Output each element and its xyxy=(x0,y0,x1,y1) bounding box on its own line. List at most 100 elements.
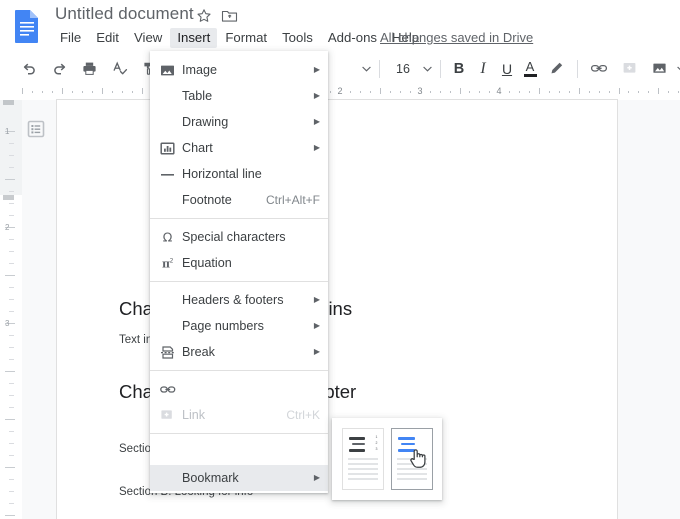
no-icon xyxy=(160,291,182,309)
image-icon xyxy=(160,61,182,79)
spellcheck-icon[interactable] xyxy=(106,56,132,82)
toc-option-with-blue-links[interactable] xyxy=(390,428,433,490)
document-title[interactable]: Untitled document xyxy=(55,4,194,24)
ruler-tick xyxy=(390,91,391,93)
menu-item-table[interactable]: Table ▶ xyxy=(150,83,328,109)
menubar-item-edit[interactable]: Edit xyxy=(89,28,126,48)
menu-item-label: Page numbers xyxy=(182,319,264,333)
insert-link-icon[interactable] xyxy=(586,56,612,82)
horizontal-line-icon xyxy=(160,165,182,183)
ruler-tick xyxy=(539,88,540,94)
menubar-item-file[interactable]: File xyxy=(53,28,88,48)
document-outline-icon[interactable] xyxy=(24,117,48,141)
ruler-tick xyxy=(112,91,113,93)
insert-dropdown-menu[interactable]: Image ▶ Table ▶ Drawing ▶ Chart ▶ Horizo… xyxy=(150,51,328,493)
menu-item-page-numbers[interactable]: Page numbers ▶ xyxy=(150,313,328,339)
ruler-tick xyxy=(62,88,63,94)
menu-item-footnote[interactable]: Footnote Ctrl+Alt+F xyxy=(150,187,328,213)
vruler-number: 3 xyxy=(5,319,10,328)
zoom-chevron-down-icon[interactable] xyxy=(359,58,373,80)
menu-item-headers-footers[interactable]: Headers & footers ▶ xyxy=(150,287,328,313)
menu-item-label: Image xyxy=(182,63,218,77)
highlighter-icon[interactable] xyxy=(543,56,569,82)
menubar-item-addons[interactable]: Add-ons xyxy=(321,28,384,48)
font-size-input[interactable]: 16 xyxy=(386,58,420,80)
link-icon xyxy=(160,380,182,398)
move-to-folder-icon[interactable] xyxy=(221,8,238,29)
menu-item-link[interactable] xyxy=(150,376,328,402)
pointing-hand-cursor xyxy=(408,447,428,474)
ruler-tick xyxy=(469,91,470,93)
toc-option-with-page-numbers[interactable]: 1 2 3 xyxy=(341,428,384,490)
ruler-tick xyxy=(519,91,520,93)
submenu-arrow-icon: ▶ xyxy=(313,347,320,356)
menu-item-drawing[interactable]: Drawing ▶ xyxy=(150,109,328,135)
vruler-tick xyxy=(9,395,14,396)
vruler-tick xyxy=(9,263,14,264)
ruler-tick xyxy=(92,91,93,93)
ruler-tick xyxy=(648,91,649,93)
font-size-chevron-down-icon[interactable] xyxy=(420,58,434,80)
menu-item-chart[interactable]: Chart ▶ xyxy=(150,135,328,161)
insert-image-icon[interactable] xyxy=(646,56,672,82)
comment-icon xyxy=(160,406,182,424)
equation-pi-icon: π 2 xyxy=(160,254,182,272)
vruler-tick xyxy=(9,503,14,504)
text-color-button[interactable]: A xyxy=(519,60,541,77)
undo-icon[interactable] xyxy=(16,56,42,82)
ruler-tick xyxy=(132,91,133,93)
menubar-item-view[interactable]: View xyxy=(127,28,169,48)
toolbar-divider xyxy=(379,59,380,78)
italic-button[interactable]: I xyxy=(471,60,495,78)
ruler-tick xyxy=(440,91,441,93)
table-of-contents-submenu[interactable]: 1 2 3 xyxy=(332,418,442,500)
vruler-tick xyxy=(9,311,14,312)
menubar-item-insert[interactable]: Insert xyxy=(170,28,218,48)
ruler-tick xyxy=(569,91,570,93)
menu-item-table-of-contents[interactable]: Bookmark ▶ xyxy=(150,465,328,491)
vruler-tick xyxy=(9,407,14,408)
menu-item-break[interactable]: Break ▶ xyxy=(150,339,328,365)
ruler-tick xyxy=(22,88,23,94)
menu-item-shortcut: Ctrl+K xyxy=(286,408,320,422)
menu-item-equation[interactable]: π 2 Equation xyxy=(150,250,328,276)
menu-item-image[interactable]: Image ▶ xyxy=(150,57,328,83)
ruler-tick xyxy=(380,88,381,94)
vertical-ruler[interactable]: 1 2 3 xyxy=(0,100,22,519)
menu-item-special-characters[interactable]: Ω Special characters xyxy=(150,224,328,250)
image-chevron-down-icon[interactable] xyxy=(674,58,680,80)
underline-button[interactable]: U xyxy=(495,61,519,77)
star-outline-icon[interactable] xyxy=(196,8,212,29)
add-comment-icon[interactable] xyxy=(616,56,642,82)
redo-icon[interactable] xyxy=(46,56,72,82)
horizontal-ruler[interactable]: 1234 xyxy=(0,85,680,100)
menubar-item-tools[interactable]: Tools xyxy=(275,28,320,48)
menu-item-label: Headers & footers xyxy=(182,293,284,307)
menu-item-label: Equation xyxy=(182,256,232,270)
bold-button[interactable]: B xyxy=(447,61,471,77)
ruler-tick xyxy=(330,91,331,93)
save-status-link[interactable]: All changes saved in Drive xyxy=(380,30,533,45)
toolbar-divider xyxy=(577,59,578,78)
menu-separator xyxy=(150,218,328,219)
ruler-tick xyxy=(559,91,560,93)
ruler-tick xyxy=(42,91,43,93)
menubar-item-format[interactable]: Format xyxy=(218,28,274,48)
vruler-margin-indicator[interactable] xyxy=(3,195,14,200)
vruler-tick xyxy=(9,191,14,192)
ruler-ticks: 1234 xyxy=(0,85,680,100)
vruler-tick xyxy=(9,383,14,384)
vruler-tick xyxy=(5,467,15,468)
ruler-tick xyxy=(609,91,610,93)
ruler-tick xyxy=(370,91,371,93)
menu-item-label: Table xyxy=(182,89,213,103)
vruler-margin-indicator[interactable] xyxy=(3,100,14,105)
vruler-tick xyxy=(9,479,14,480)
ruler-tick xyxy=(360,91,361,93)
omega-icon: Ω xyxy=(160,228,182,246)
print-icon[interactable] xyxy=(76,56,102,82)
menu-item-horizontal-line[interactable]: Horizontal line xyxy=(150,161,328,187)
vruler-tick xyxy=(9,215,14,216)
vruler-tick xyxy=(5,275,15,276)
menu-item-bookmark[interactable] xyxy=(150,439,328,465)
